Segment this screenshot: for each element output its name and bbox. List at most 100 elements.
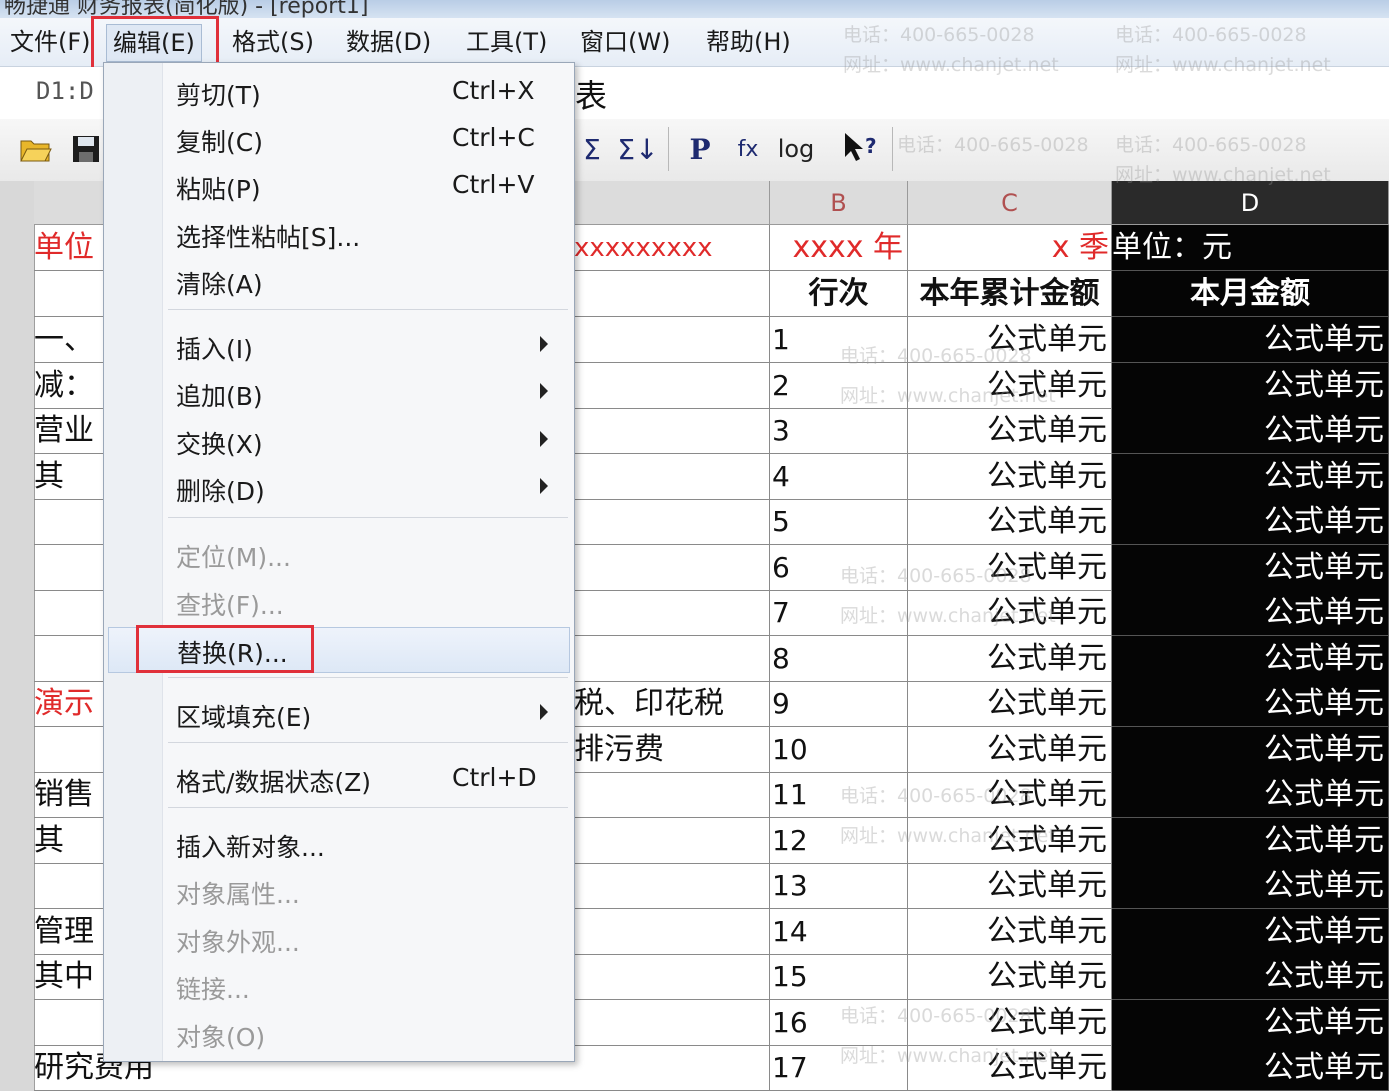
cell-month-formula[interactable]: 公式单元 bbox=[1112, 772, 1389, 818]
cell-line-number[interactable]: 9 bbox=[770, 681, 908, 727]
cell-ytd-formula[interactable]: 公式单元 bbox=[908, 954, 1112, 1000]
cell-line-number[interactable]: 3 bbox=[770, 408, 908, 454]
cell-item-detail[interactable] bbox=[574, 453, 770, 500]
menu-object-appearance[interactable]: 对象外观... bbox=[104, 917, 574, 963]
cell-company-name[interactable]: xxxxxxxxx bbox=[574, 225, 770, 271]
menu-links[interactable]: 链接... bbox=[104, 964, 574, 1010]
cell-line-number[interactable]: 5 bbox=[770, 499, 908, 545]
cell-item-detail[interactable] bbox=[574, 635, 770, 682]
cell-ytd-formula[interactable]: 公式单元 bbox=[908, 317, 1112, 363]
cell-line-number[interactable]: 1 bbox=[770, 317, 908, 363]
menu-cut[interactable]: 剪切(T) Ctrl+X bbox=[104, 70, 574, 116]
cell-line-number[interactable]: 17 bbox=[770, 1045, 908, 1091]
cell-ytd-formula[interactable]: 公式单元 bbox=[908, 772, 1112, 818]
cell-month-formula[interactable]: 公式单元 bbox=[1112, 408, 1389, 454]
menu-window[interactable]: 窗口(W) bbox=[574, 24, 676, 60]
menu-edit[interactable]: 编辑(E) bbox=[106, 24, 202, 62]
log-icon[interactable]: log bbox=[776, 129, 816, 169]
menu-file[interactable]: 文件(F) bbox=[4, 24, 97, 60]
cell-month-formula[interactable]: 公式单元 bbox=[1112, 1045, 1389, 1091]
cell-ytd-formula[interactable]: 公式单元 bbox=[908, 453, 1112, 500]
cell-month-formula[interactable]: 公式单元 bbox=[1112, 544, 1389, 591]
cell-item-detail[interactable]: 税、印花税 bbox=[574, 681, 770, 727]
sort-sum-icon[interactable]: Σ↓ bbox=[617, 129, 658, 169]
menu-insert-object[interactable]: 插入新对象... bbox=[104, 822, 574, 868]
menu-insert[interactable]: 插入(I) bbox=[104, 324, 574, 370]
cell-line-number[interactable]: 13 bbox=[770, 863, 908, 909]
menu-delete[interactable]: 删除(D) bbox=[104, 466, 574, 512]
menu-paste[interactable]: 粘贴(P) Ctrl+V bbox=[104, 164, 574, 210]
cell-ytd-formula[interactable]: 公式单元 bbox=[908, 408, 1112, 454]
menu-fill-area[interactable]: 区域填充(E) bbox=[104, 692, 574, 738]
cell-month-formula[interactable]: 公式单元 bbox=[1112, 908, 1389, 955]
cell-ytd-formula[interactable]: 公式单元 bbox=[908, 499, 1112, 545]
open-folder-icon[interactable] bbox=[16, 129, 56, 169]
column-header-b[interactable]: B bbox=[770, 181, 908, 225]
p-icon[interactable]: P bbox=[680, 129, 720, 169]
cell-ytd-formula[interactable]: 公式单元 bbox=[908, 544, 1112, 591]
menu-object-properties[interactable]: 对象属性... bbox=[104, 869, 574, 915]
cell-year[interactable]: xxxx 年 bbox=[770, 225, 908, 271]
cell-currency-unit[interactable]: 单位：元 bbox=[1112, 225, 1389, 271]
menu-object[interactable]: 对象(O) bbox=[104, 1012, 574, 1058]
cell-line-number[interactable]: 14 bbox=[770, 908, 908, 955]
cell-line-number[interactable]: 16 bbox=[770, 999, 908, 1046]
menu-append[interactable]: 追加(B) bbox=[104, 371, 574, 417]
cell-item-detail[interactable] bbox=[574, 590, 770, 636]
cell-month-formula[interactable]: 公式单元 bbox=[1112, 726, 1389, 773]
cell-line-number[interactable]: 10 bbox=[770, 726, 908, 773]
cell-item-detail[interactable] bbox=[574, 1045, 770, 1091]
cell-ytd-formula[interactable]: 公式单元 bbox=[908, 999, 1112, 1046]
menu-copy[interactable]: 复制(C) Ctrl+C bbox=[104, 117, 574, 163]
cell-month-formula[interactable]: 公式单元 bbox=[1112, 863, 1389, 909]
cell-reference[interactable]: D1:D bbox=[36, 77, 94, 105]
menu-paste-special[interactable]: 选择性粘帖[S]... bbox=[104, 212, 574, 258]
menu-tools[interactable]: 工具(T) bbox=[460, 24, 553, 60]
cell-month-formula[interactable]: 公式单元 bbox=[1112, 954, 1389, 1000]
help-pointer-icon[interactable]: ? bbox=[840, 129, 880, 169]
cell-month-formula[interactable]: 公式单元 bbox=[1112, 317, 1389, 363]
cell-month-formula[interactable]: 公式单元 bbox=[1112, 499, 1389, 545]
formula-content[interactable]: 表 bbox=[575, 71, 607, 117]
column-header-c[interactable]: C bbox=[908, 181, 1112, 225]
cell-line-number[interactable]: 2 bbox=[770, 362, 908, 409]
cell-month-formula[interactable]: 公式单元 bbox=[1112, 590, 1389, 636]
cell-ytd-formula[interactable]: 公式单元 bbox=[908, 817, 1112, 864]
menu-format[interactable]: 格式(S) bbox=[226, 24, 320, 60]
menu-swap[interactable]: 交换(X) bbox=[104, 419, 574, 465]
save-icon[interactable] bbox=[66, 129, 106, 169]
cell-ytd-formula[interactable]: 公式单元 bbox=[908, 1045, 1112, 1091]
cell-line-number[interactable]: 4 bbox=[770, 453, 908, 500]
menu-format-data-state[interactable]: 格式/数据状态(Z) Ctrl+D bbox=[104, 757, 574, 803]
cell-line-no-title[interactable]: 行次 bbox=[770, 271, 908, 317]
cell-item-detail[interactable] bbox=[574, 544, 770, 591]
cell-item-detail[interactable] bbox=[574, 954, 770, 1000]
cell-ytd-formula[interactable]: 公式单元 bbox=[908, 908, 1112, 955]
cell-ytd-formula[interactable]: 公式单元 bbox=[908, 635, 1112, 682]
cell-month-title[interactable]: 本月金额 bbox=[1112, 271, 1389, 317]
cell-item-detail[interactable] bbox=[574, 362, 770, 409]
menu-goto[interactable]: 定位(M)... bbox=[104, 532, 574, 578]
cell-ytd-formula[interactable]: 公式单元 bbox=[908, 726, 1112, 773]
cell-item-detail[interactable] bbox=[574, 499, 770, 545]
cell-month-formula[interactable]: 公式单元 bbox=[1112, 635, 1389, 682]
sum-icon[interactable]: Σ bbox=[572, 129, 612, 169]
cell-item-detail[interactable] bbox=[574, 317, 770, 363]
cell-ytd-formula[interactable]: 公式单元 bbox=[908, 590, 1112, 636]
cell-ytd-formula[interactable]: 公式单元 bbox=[908, 863, 1112, 909]
cell-month-formula[interactable]: 公式单元 bbox=[1112, 999, 1389, 1046]
cell-line-number[interactable]: 15 bbox=[770, 954, 908, 1000]
cell-item-detail[interactable] bbox=[574, 772, 770, 818]
menu-find[interactable]: 查找(F)... bbox=[104, 580, 574, 626]
menu-clear[interactable]: 清除(A) bbox=[104, 259, 574, 305]
column-header-d[interactable]: D bbox=[1112, 181, 1389, 225]
cell-line-number[interactable]: 11 bbox=[770, 772, 908, 818]
cell-item-detail[interactable] bbox=[574, 863, 770, 909]
function-icon[interactable]: fx bbox=[728, 129, 768, 169]
cell-ytd-formula[interactable]: 公式单元 bbox=[908, 681, 1112, 727]
cell-ytd-formula[interactable]: 公式单元 bbox=[908, 362, 1112, 409]
cell-month-formula[interactable]: 公式单元 bbox=[1112, 453, 1389, 500]
cell-month-formula[interactable]: 公式单元 bbox=[1112, 681, 1389, 727]
cell-line-number[interactable]: 12 bbox=[770, 817, 908, 864]
cell-month-formula[interactable]: 公式单元 bbox=[1112, 362, 1389, 409]
